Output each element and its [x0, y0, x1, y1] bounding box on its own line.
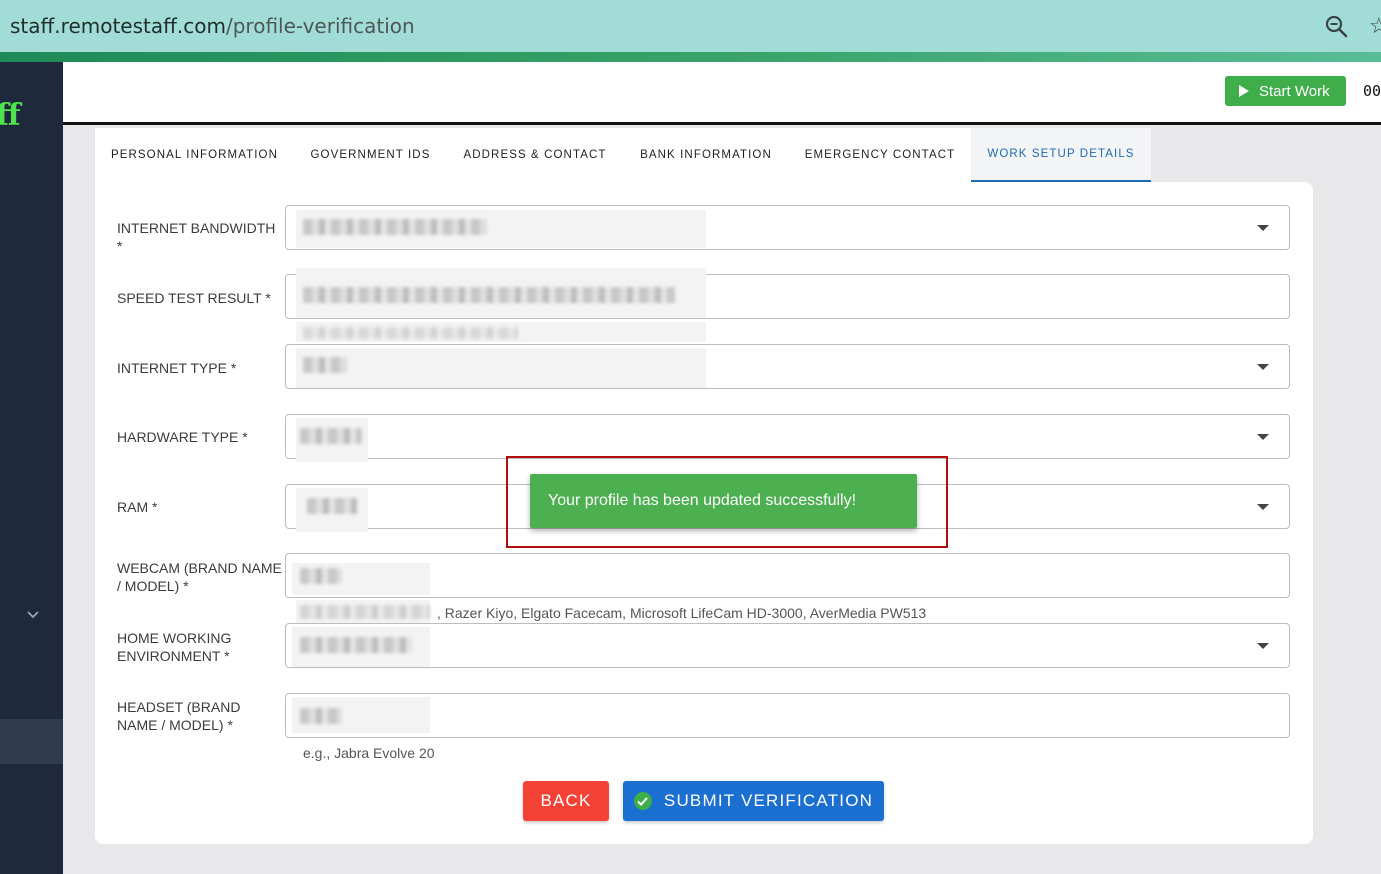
toast-message: Your profile has been updated successful… [548, 492, 857, 509]
redacted-value [300, 637, 412, 653]
bookmark-star-icon[interactable]: ☆ [1369, 13, 1381, 39]
top-header [63, 62, 1381, 122]
dropdown-arrow-icon [1257, 364, 1269, 370]
url-domain: staff.remotestaff.com [10, 14, 226, 38]
hardware-type-label: HARDWARE TYPE * [117, 429, 248, 445]
tab-emergency-contact[interactable]: EMERGENCY CONTACT [789, 128, 971, 182]
internet-type-label: INTERNET TYPE * [117, 360, 237, 376]
webcam-label: WEBCAM (BRAND NAME / MODEL) * [117, 560, 282, 594]
dropdown-arrow-icon [1257, 225, 1269, 231]
check-circle-icon [633, 792, 652, 810]
chevron-down-icon[interactable] [23, 605, 43, 625]
submit-verification-button[interactable]: SUBMIT VERIFICATION [623, 781, 884, 821]
browser-accent-strip [0, 52, 1381, 62]
internet-bandwidth-label: INTERNET BANDWIDTH * [117, 220, 276, 254]
dropdown-arrow-icon [1257, 504, 1269, 510]
logo: ff [0, 98, 21, 133]
redacted-value [303, 287, 675, 303]
work-timer: 00 [1363, 82, 1381, 100]
tab-bank-information[interactable]: BANK INFORMATION [623, 128, 789, 182]
browser-address-bar[interactable]: staff.remotestaff.com/profile-verificati… [0, 0, 1381, 52]
dropdown-arrow-icon [1257, 434, 1269, 440]
home-working-environment-select[interactable] [285, 623, 1290, 668]
back-button[interactable]: BACK [523, 781, 609, 821]
tab-work-setup-details[interactable]: WORK SETUP DETAILS [971, 128, 1151, 182]
webcam-input[interactable] [285, 553, 1290, 598]
redacted-value [307, 498, 357, 514]
url-path: /profile-verification [225, 14, 415, 38]
start-work-label: Start Work [1259, 82, 1330, 100]
start-work-button[interactable]: Start Work [1225, 76, 1346, 106]
redacted-value [303, 357, 347, 373]
redacted-value [300, 428, 362, 444]
redacted-helper-text [303, 327, 518, 339]
webcam-helper-text: , Razer Kiyo, Elgato Facecam, Microsoft … [437, 605, 927, 621]
redacted-value [300, 568, 342, 584]
redacted-value [303, 219, 487, 235]
sidebar-item-active[interactable] [0, 719, 63, 764]
tab-address-contact[interactable]: ADDRESS & CONTACT [447, 128, 623, 182]
headset-input[interactable] [285, 693, 1290, 738]
redacted-background [296, 348, 706, 388]
redacted-helper-text [300, 605, 430, 619]
submit-verification-label: SUBMIT VERIFICATION [663, 791, 874, 810]
ram-label: RAM * [117, 499, 158, 515]
header-divider [63, 122, 1381, 125]
play-icon [1239, 85, 1249, 97]
redacted-value [300, 708, 342, 724]
headset-label: HEADSET (BRAND NAME / MODEL) * [117, 699, 241, 733]
hardware-type-select[interactable] [285, 414, 1290, 459]
sidebar: ff [0, 62, 63, 874]
headset-helper-text: e.g., Jabra Evolve 20 [303, 745, 435, 761]
home-working-environment-label: HOME WORKING ENVIRONMENT * [117, 630, 232, 664]
profile-tabs: PERSONAL INFORMATION GOVERNMENT IDS ADDR… [95, 128, 1151, 182]
tab-personal-information[interactable]: PERSONAL INFORMATION [95, 128, 294, 182]
success-toast: Your profile has been updated successful… [530, 474, 917, 528]
dropdown-arrow-icon [1257, 643, 1269, 649]
magnifier-minus-icon[interactable] [1323, 13, 1349, 39]
tab-government-ids[interactable]: GOVERNMENT IDS [294, 128, 447, 182]
url-text[interactable]: staff.remotestaff.com/profile-verificati… [0, 14, 415, 38]
speed-test-result-label: SPEED TEST RESULT * [117, 290, 271, 306]
